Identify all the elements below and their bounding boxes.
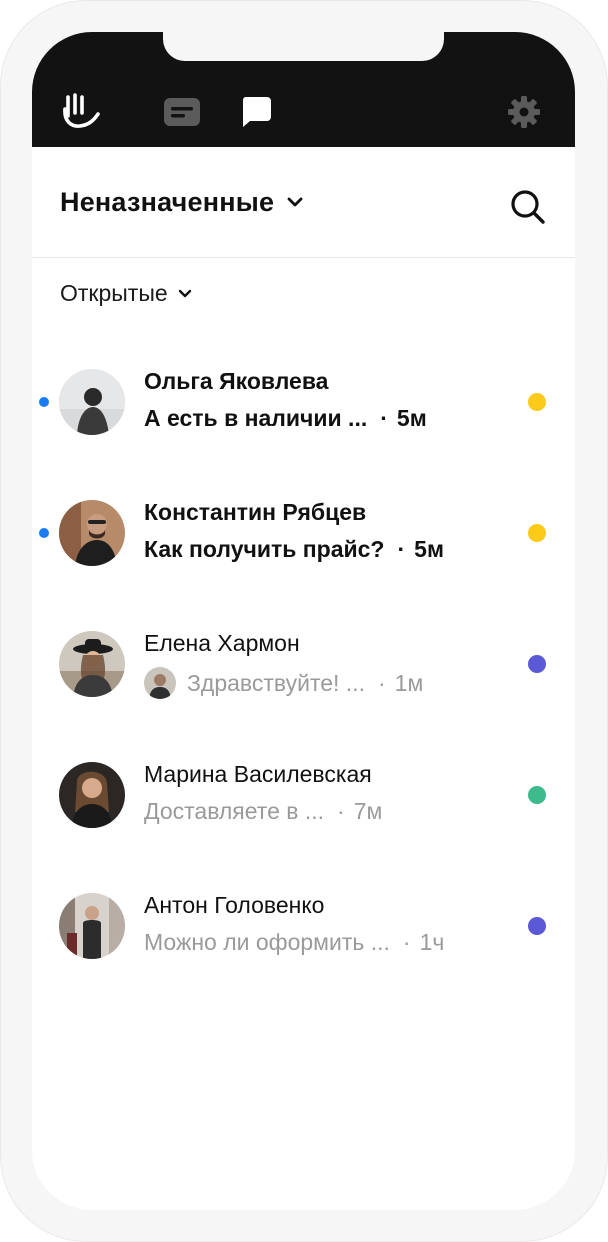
- avatar: [59, 762, 125, 828]
- avatar: [59, 893, 125, 959]
- timestamp: 5м: [396, 405, 427, 431]
- timestamp: 1м: [394, 669, 424, 696]
- separator: ·: [380, 405, 388, 431]
- status-dot: [528, 393, 546, 411]
- search-button[interactable]: [506, 185, 550, 229]
- message-preview-line: Доставляете в ... · 7м: [144, 798, 382, 825]
- status-dot: [528, 917, 546, 935]
- unread-indicator: [39, 397, 49, 407]
- gear-icon[interactable]: [502, 90, 546, 134]
- chat-bubble-icon[interactable]: [234, 90, 278, 134]
- inbox-icon[interactable]: [160, 90, 204, 134]
- message-preview: Как получить прайс?: [144, 536, 385, 562]
- filter-label: Открытые: [60, 280, 168, 306]
- message-preview-line: Здравствуйте! ... · 1м: [144, 667, 423, 699]
- timestamp: 7м: [353, 798, 383, 824]
- contact-name: Марина Василевская: [144, 761, 372, 787]
- contact-name: Антон Головенко: [144, 892, 325, 918]
- timestamp: 1ч: [419, 929, 445, 955]
- message-preview: Доставляете в ...: [144, 798, 325, 824]
- separator: ·: [402, 929, 411, 955]
- timestamp: 5м: [414, 536, 444, 562]
- page-title: Неназначенные: [60, 187, 275, 217]
- separator: ·: [397, 536, 406, 562]
- message-preview-line: Как получить прайс? · 5м: [144, 536, 444, 563]
- app-screen: Неназначенные Открытые Ольга Яковлева А …: [32, 32, 575, 1210]
- agent-avatar: [144, 667, 176, 699]
- conversation-item[interactable]: Ольга Яковлева А есть в наличии ... · 5м: [32, 365, 575, 475]
- assignment-dropdown[interactable]: Неназначенные: [60, 187, 304, 218]
- message-preview: А есть в наличии ...: [144, 405, 368, 431]
- message-preview-line: А есть в наличии ... · 5м: [144, 405, 427, 432]
- conversation-item[interactable]: Елена Хармон Здравствуйте! ... · 1м: [32, 627, 575, 737]
- chevron-down-icon: [178, 286, 192, 304]
- chevron-down-icon: [286, 195, 304, 213]
- status-dot: [528, 524, 546, 542]
- hand-icon[interactable]: [58, 90, 102, 134]
- contact-name: Константин Рябцев: [144, 499, 367, 525]
- message-preview: Можно ли оформить ...: [144, 929, 390, 955]
- contact-name: Елена Хармон: [144, 630, 300, 656]
- conversation-item[interactable]: Константин Рябцев Как получить прайс? · …: [32, 496, 575, 606]
- contact-name: Ольга Яковлева: [144, 368, 329, 394]
- status-dot: [528, 786, 546, 804]
- conversations-header: Неназначенные: [32, 147, 575, 258]
- unread-indicator: [39, 528, 49, 538]
- status-filter-dropdown[interactable]: Открытые: [60, 280, 192, 307]
- avatar: [59, 369, 125, 435]
- search-icon: [511, 190, 545, 224]
- conversation-item[interactable]: Антон Головенко Можно ли оформить ... · …: [32, 889, 575, 999]
- message-preview: Здравствуйте! ...: [187, 669, 365, 696]
- conversation-item[interactable]: Марина Василевская Доставляете в ... · 7…: [32, 758, 575, 868]
- avatar: [59, 631, 125, 697]
- message-preview-line: Можно ли оформить ... · 1ч: [144, 929, 444, 956]
- avatar: [59, 500, 125, 566]
- status-dot: [528, 655, 546, 673]
- device-notch: [163, 32, 444, 61]
- separator: ·: [377, 669, 386, 696]
- separator: ·: [337, 798, 345, 824]
